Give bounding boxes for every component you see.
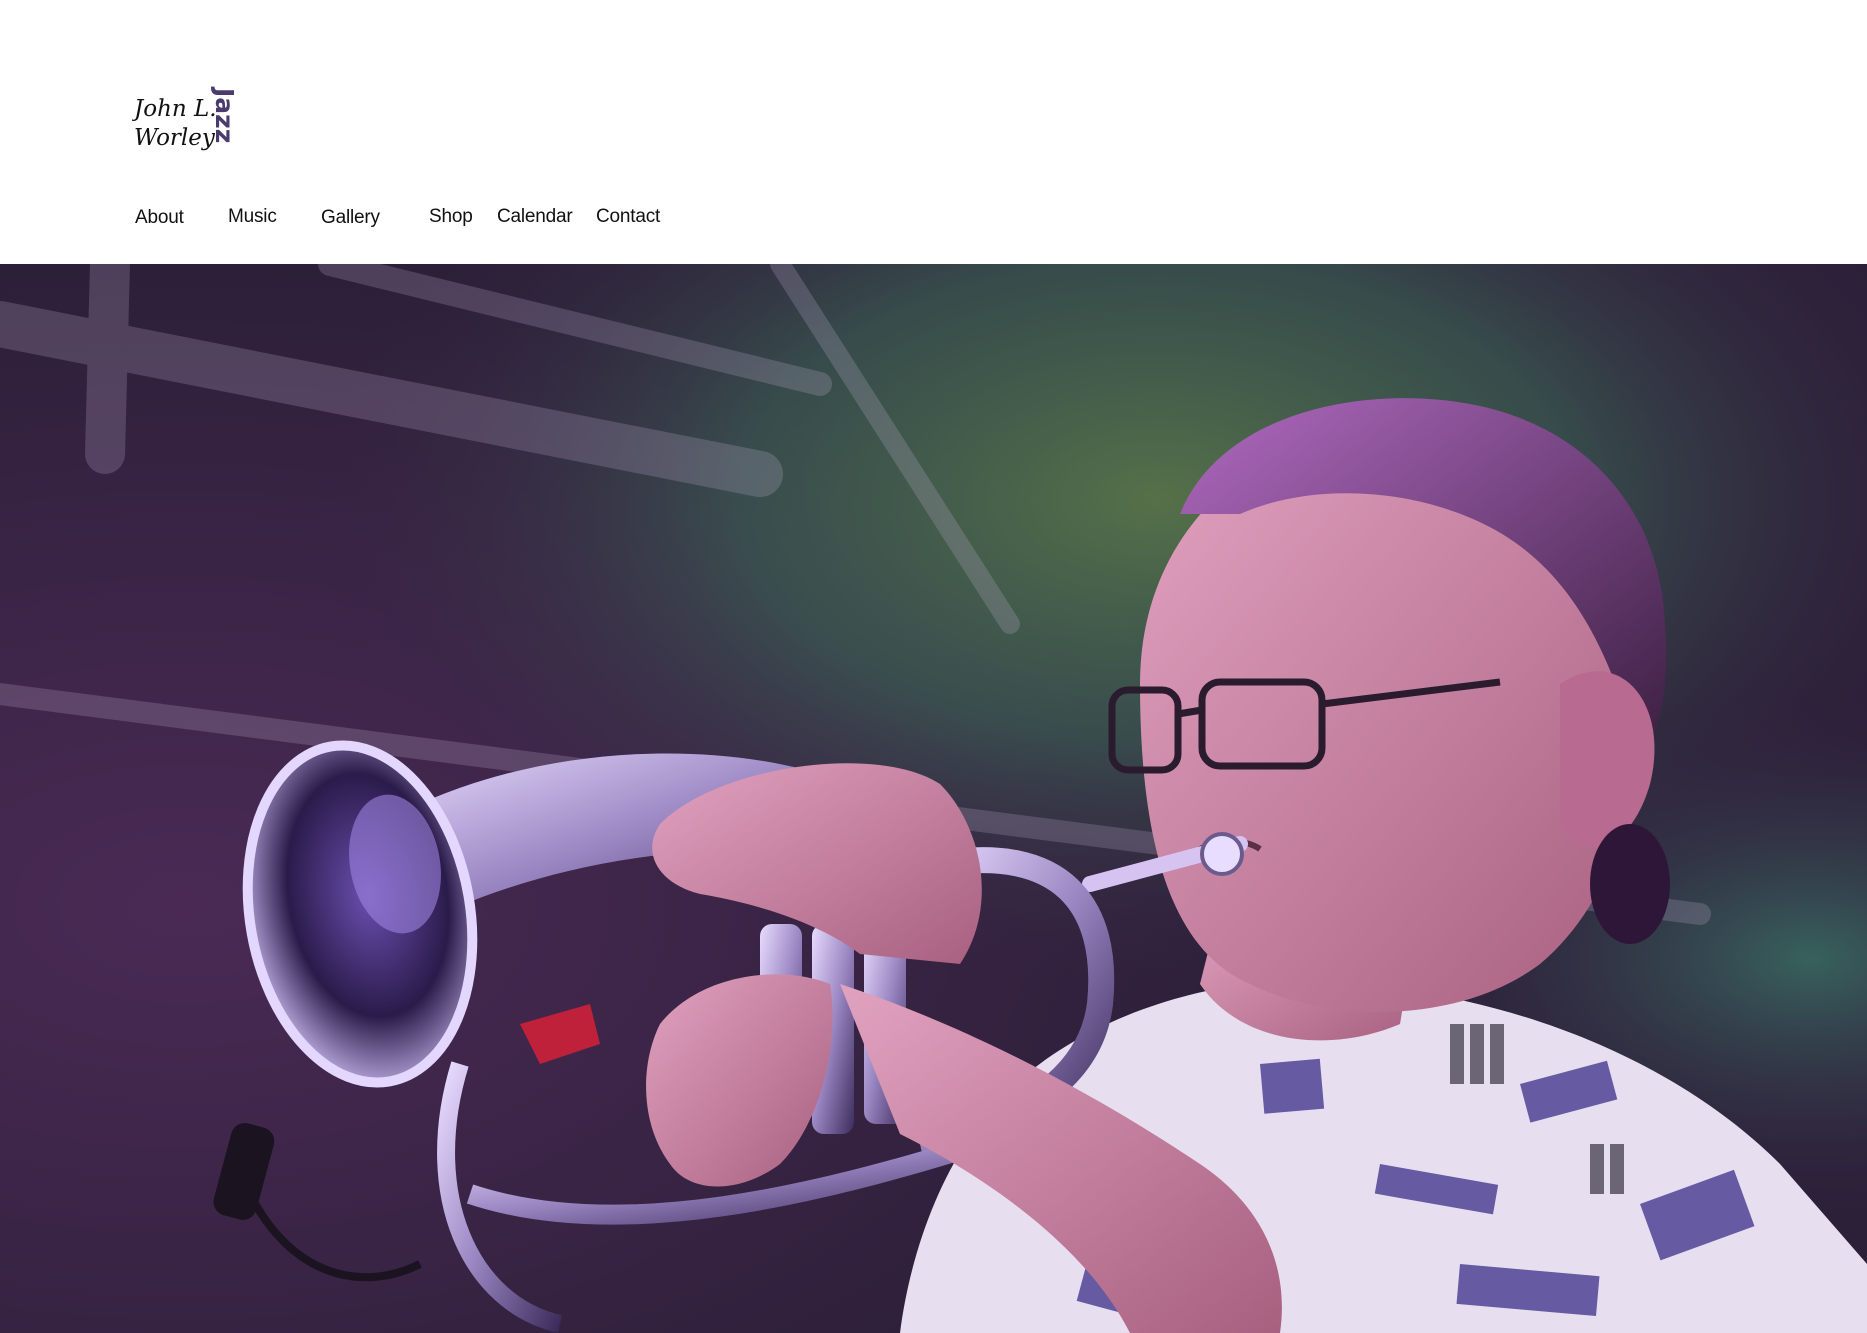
nav-gallery[interactable]: Gallery	[321, 207, 380, 229]
site-header: John L. Worley Jazz About Music Gallery …	[0, 0, 1867, 264]
logo-jazz-text: Jazz	[210, 86, 239, 143]
hero-image	[0, 264, 1867, 1333]
performer-photo-icon	[0, 264, 1867, 1333]
nav-shop[interactable]: Shop	[429, 206, 473, 228]
main-nav: About Music Gallery Shop Calendar Contac…	[0, 196, 800, 236]
nav-about[interactable]: About	[135, 207, 184, 229]
logo-mark-icon: John L. Worley Jazz	[132, 86, 239, 151]
logo-line1: John L.	[132, 96, 217, 122]
logo[interactable]: John L. Worley Jazz	[132, 86, 240, 158]
logo-line2: Worley	[134, 125, 216, 151]
nav-contact[interactable]: Contact	[596, 206, 660, 228]
nav-calendar[interactable]: Calendar	[497, 206, 573, 228]
nav-music[interactable]: Music	[228, 206, 277, 228]
